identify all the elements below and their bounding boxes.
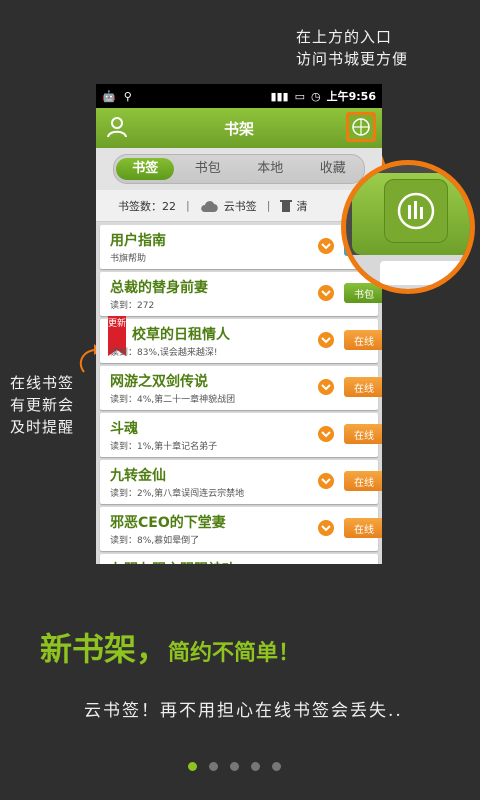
bookstore-zoom-callout — [341, 160, 475, 294]
status-time: 上午9:56 — [326, 90, 376, 103]
book-row[interactable]: 九转金仙读到：2%,第八章误闯连云宗禁地 在线 — [100, 460, 382, 504]
book-title: 网游之双剑传说 — [110, 374, 208, 390]
headline-sep: ， — [136, 630, 169, 668]
book-title: 校草的日租情人 — [132, 327, 230, 343]
shelf-tabs: 书签 书包 本地 收藏 — [96, 148, 382, 190]
book-source-badge: 在线 — [344, 424, 382, 444]
book-progress: 读到：1%,第十章记名弟子 — [110, 442, 218, 452]
book-row[interactable]: 总裁的替身前妻 读到：272 书包 — [100, 272, 382, 316]
book-row[interactable]: 斗魂读到：1%,第十章记名弟子 在线 — [100, 413, 382, 457]
annotation-line: 有更新会 — [10, 396, 75, 414]
annotation-line: 及时提醒 — [10, 418, 75, 436]
annotation-line: 在上方的入口 — [296, 28, 393, 46]
android-icon: 🤖 — [102, 89, 116, 103]
expand-arrow-icon[interactable] — [318, 520, 334, 536]
zoomed-bookstore-icon — [384, 179, 448, 243]
page-title: 书架 — [223, 119, 254, 138]
headline-main: 新书架 — [40, 630, 137, 668]
book-row[interactable]: 邪恶CEO的下堂妻读到：8%,慕如晕倒了 在线 — [100, 507, 382, 551]
headline: 新书架，简约不简单！ — [40, 624, 300, 670]
tab-0[interactable]: 书签 — [116, 158, 175, 180]
expand-arrow-icon[interactable] — [318, 379, 334, 395]
book-row[interactable]: 用户指南 书旗帮助 — [100, 225, 382, 269]
expand-arrow-icon[interactable] — [318, 332, 334, 348]
book-progress: 书旗帮助 — [110, 254, 147, 264]
clear-label: 清 — [296, 199, 308, 213]
book-title: 斗魂 — [110, 421, 138, 437]
book-row[interactable]: 网游之双剑传说读到：4%,第二十一章神貌战团 在线 — [100, 366, 382, 410]
user-icon[interactable] — [106, 116, 128, 142]
toolbar-divider: | — [186, 199, 190, 212]
expand-arrow-icon[interactable] — [318, 238, 334, 254]
book-progress: 读到：83%,误会越来越深! — [110, 348, 218, 358]
page-dot[interactable] — [251, 762, 260, 771]
page-dot[interactable] — [272, 762, 281, 771]
cloud-bookmark-label: 云书签 — [223, 199, 257, 213]
annotation-line: 在线书签 — [10, 374, 75, 392]
arrow-to-update — [79, 349, 97, 373]
book-source-badge: 在线 — [344, 330, 382, 350]
online-bookmark-annotation: 在线书签 有更新会 及时提醒 — [10, 372, 74, 438]
usb-icon: ⚲ — [123, 89, 132, 103]
phone-screen: 🤖 ⚲ ▮▮▮ ▭ ◷ 上午9:56 书架 书签 书包 本地 收藏 书签数：22 | … — [96, 84, 382, 564]
status-bar: 🤖 ⚲ ▮▮▮ ▭ ◷ 上午9:56 — [96, 84, 382, 108]
page-indicator — [188, 762, 281, 771]
annotation-line: 访问书城更方便 — [296, 50, 409, 68]
cloud-bookmark-button[interactable]: 云书签 — [200, 198, 257, 214]
book-row[interactable]: 九阴九阳之阴阳神功在线 — [100, 554, 378, 564]
book-progress: 读到：8%,慕如晕倒了 — [110, 536, 200, 546]
book-row[interactable]: 更新 校草的日租情人 读到：83%,误会越来越深! 在线 — [100, 316, 382, 363]
expand-arrow-icon[interactable] — [318, 285, 334, 301]
bookmark-list: 用户指南 书旗帮助 总裁的替身前妻 读到：272 书包 更新 校草的日租情人 读到：83%,误… — [96, 225, 382, 564]
page-dot[interactable] — [230, 762, 239, 771]
page-dot[interactable] — [209, 762, 218, 771]
tab-2[interactable]: 本地 — [241, 158, 299, 180]
headline-rest: 简约不简单！ — [168, 640, 301, 666]
book-title: 九阴九阳之阴阳神功 — [110, 559, 236, 564]
book-source-badge: 在线 — [344, 518, 382, 538]
bookmark-toolbar: 书签数：22 | 云书签 | 清 — [96, 190, 382, 222]
book-progress: 读到：2%,第八章误闯连云宗禁地 — [110, 489, 245, 499]
cloud-icon — [200, 200, 218, 212]
book-title: 邪恶CEO的下堂妻 — [110, 515, 226, 531]
book-title: 总裁的替身前妻 — [110, 280, 208, 296]
tagline: 云书签！再不用担心在线书签会丢失.. — [84, 701, 403, 721]
book-title: 用户指南 — [110, 233, 166, 249]
book-title: 九转金仙 — [110, 468, 166, 484]
store-entry-annotation: 在上方的入口 访问书城更方便 — [296, 26, 408, 70]
tab-group: 书签 书包 本地 收藏 — [113, 154, 365, 184]
book-source-badge: 在线 — [344, 471, 382, 491]
book-source-badge: 在线 — [344, 377, 382, 397]
book-progress: 读到：4%,第二十一章神貌战团 — [110, 395, 236, 405]
battery-icon: ▭ — [294, 89, 306, 103]
signal-icon: ▮▮▮ — [270, 89, 289, 103]
title-bar: 书架 — [96, 108, 382, 148]
expand-arrow-icon[interactable] — [318, 473, 334, 489]
bookmark-count: 书签数：22 — [118, 199, 176, 213]
bookstore-globe-icon — [352, 118, 370, 136]
clear-button[interactable]: 清 — [280, 198, 307, 214]
page-dot[interactable] — [188, 762, 197, 771]
zoom-list-card — [380, 261, 470, 285]
book-progress: 读到：272 — [110, 301, 155, 311]
expand-arrow-icon[interactable] — [318, 426, 334, 442]
bookstore-button[interactable] — [346, 112, 376, 142]
clock-icon: ◷ — [311, 89, 321, 103]
trash-icon — [280, 199, 293, 212]
toolbar-divider: | — [266, 199, 271, 212]
tab-1[interactable]: 书包 — [179, 158, 237, 180]
